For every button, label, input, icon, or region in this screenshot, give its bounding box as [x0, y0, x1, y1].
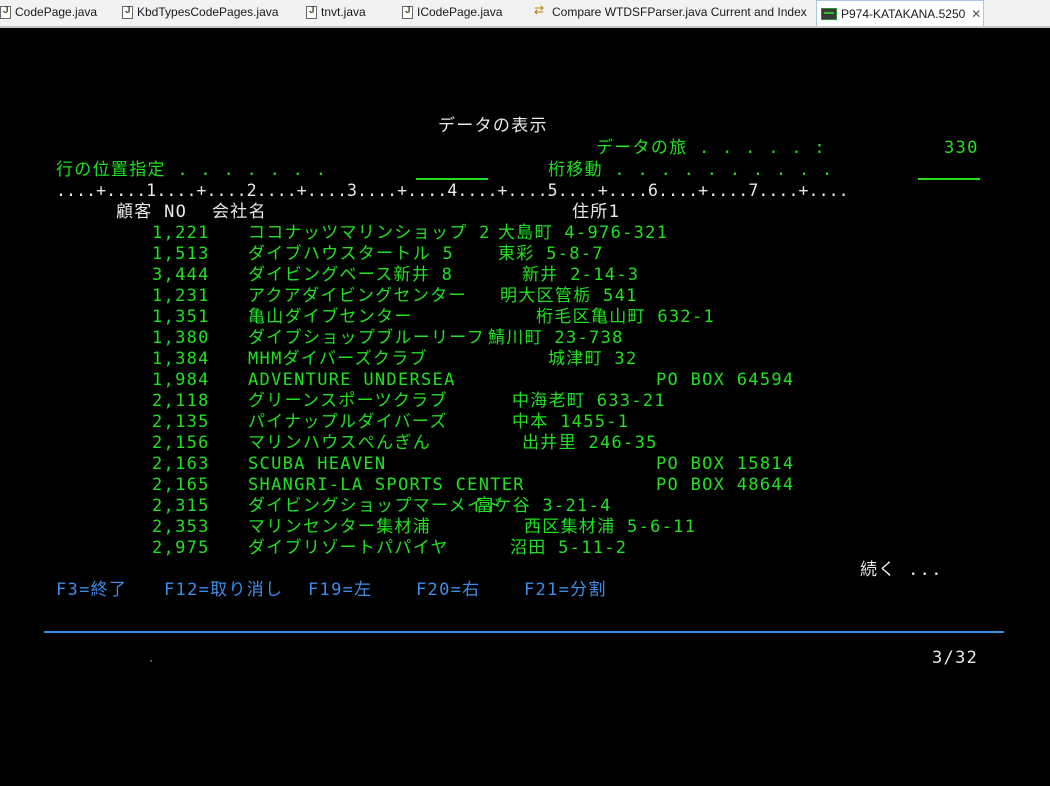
record-customer-no: 2,165: [152, 475, 210, 495]
record-customer-no: 2,156: [152, 433, 210, 453]
record-address: 城津町 32: [548, 349, 638, 369]
record-company: パイナップルダイバーズ: [248, 412, 448, 432]
fkey-f12-cancel[interactable]: F12=取り消し: [164, 580, 283, 600]
record-address: 出井里 246-35: [522, 433, 658, 453]
record-company: ダイビングベース新井 8: [248, 265, 454, 285]
record-address: 新井 2-14-3: [522, 265, 640, 285]
record-customer-no: 1,380: [152, 328, 210, 348]
record-company: ダイブショップブルーリーフ: [248, 328, 485, 348]
java-file-icon: [0, 5, 11, 19]
record-company: ココナッツマリンショップ 2: [248, 223, 491, 243]
fkey-f21-split[interactable]: F21=分割: [524, 580, 607, 600]
record-company: アクアダイビングセンター: [248, 286, 467, 306]
fkey-f3-exit[interactable]: F3=終了: [56, 580, 127, 600]
header-customer-no: 顧客 NO: [116, 202, 188, 222]
record-value: 330: [944, 138, 979, 158]
record-company: ダイブリゾートパパイヤ: [248, 538, 449, 558]
fkey-f20-right[interactable]: F20=右: [416, 580, 480, 600]
record-address: 桁毛区亀山町 632-1: [536, 307, 716, 327]
page-indicator: 3/32: [932, 648, 979, 668]
record-customer-no: 2,353: [152, 517, 210, 537]
record-company: SHANGRI-LA SPORTS CENTER: [248, 475, 525, 495]
record-address: 西区集材浦 5-6-11: [524, 517, 697, 537]
tab-p974-katakana[interactable]: P974-KATAKANA.5250 ✕: [816, 0, 984, 26]
record-address: 沼田 5-11-2: [510, 538, 628, 558]
tab-icodepage-java[interactable]: ICodePage.java: [402, 0, 502, 24]
record-address: PO BOX 15814: [656, 454, 795, 474]
tab-label: KbdTypesCodePages.java: [137, 5, 279, 19]
width-label: 桁移動 . . . . . . . . . .: [548, 160, 834, 180]
record-address: 明大区管栃 541: [500, 286, 638, 306]
record-address: 東彩 5-8-7: [498, 244, 604, 264]
record-company: SCUBA HEAVEN: [248, 454, 387, 474]
tab-compare-wtdsfparser[interactable]: Compare WTDSFParser.java Current and Ind…: [534, 0, 807, 24]
record-customer-no: 1,513: [152, 244, 210, 264]
java-file-icon: [122, 5, 133, 19]
header-company: 会社名: [212, 202, 267, 222]
record-customer-no: 1,384: [152, 349, 210, 369]
record-company: ダイビングショップマーメイド: [248, 496, 504, 516]
record-address: 中本 1455-1: [512, 412, 630, 432]
tab-label: Compare WTDSFParser.java Current and Ind…: [552, 5, 807, 19]
cursor-marker: [150, 660, 152, 662]
header-address: 住所1: [572, 202, 621, 222]
record-address: 中海老町 633-21: [512, 391, 666, 411]
terminal-5250-screen[interactable]: データの表示 データの旅 . . . . . : 330 行の位置指定 . . …: [0, 28, 1050, 786]
record-address: 大島町 4-976-321: [498, 223, 669, 243]
java-file-icon: [402, 5, 413, 19]
close-tab-icon[interactable]: ✕: [971, 7, 981, 21]
record-company: 亀山ダイブセンター: [248, 307, 413, 327]
tab-label: ICodePage.java: [417, 5, 503, 19]
more-indicator: 続く ...: [860, 560, 943, 580]
record-customer-no: 3,444: [152, 265, 210, 285]
record-label: データの旅 . . . . . :: [596, 138, 826, 158]
record-company: ダイブハウスタートル 5: [248, 244, 455, 264]
tab-label: P974-KATAKANA.5250: [841, 6, 966, 21]
java-file-icon: [306, 5, 317, 19]
compare-icon: [534, 3, 548, 19]
width-input-field[interactable]: [918, 178, 980, 180]
record-customer-no: 2,975: [152, 538, 210, 558]
tab-kbdtypescodepages-java[interactable]: KbdTypesCodePages.java: [122, 0, 278, 24]
record-customer-no: 2,135: [152, 412, 210, 432]
record-address: 鯖川町 23-738: [488, 328, 624, 348]
column-ruler: ....+....1....+....2....+....3....+....4…: [56, 181, 849, 200]
screen-title: データの表示: [438, 116, 548, 136]
tab-label: tnvt.java: [321, 5, 366, 19]
record-address: 富ケ谷 3-21-4: [476, 496, 612, 516]
record-company: マリンハウスぺんぎん: [248, 433, 431, 453]
position-label: 行の位置指定 . . . . . . .: [56, 160, 328, 180]
record-customer-no: 2,118: [152, 391, 210, 411]
position-input-field[interactable]: [416, 178, 488, 180]
tab-tnvt-java[interactable]: tnvt.java: [306, 0, 366, 24]
record-customer-no: 2,315: [152, 496, 210, 516]
record-company: グリーンスポーツクラブ: [248, 391, 448, 411]
record-company: ADVENTURE UNDERSEA: [248, 370, 456, 390]
record-address: PO BOX 64594: [656, 370, 795, 390]
record-customer-no: 1,221: [152, 223, 210, 243]
tab-label: CodePage.java: [15, 5, 98, 19]
record-company: マリンセンター集材浦: [248, 517, 431, 537]
tab-codepage-java[interactable]: CodePage.java: [0, 0, 97, 24]
status-divider: [44, 631, 1004, 633]
record-address: PO BOX 48644: [656, 475, 795, 495]
fkey-f19-left[interactable]: F19=左: [308, 580, 372, 600]
record-customer-no: 1,231: [152, 286, 210, 306]
record-customer-no: 1,351: [152, 307, 210, 327]
editor-tab-bar: CodePage.java KbdTypesCodePages.java tnv…: [0, 0, 1050, 28]
terminal-icon: [821, 7, 837, 20]
record-company: MHMダイバーズクラブ: [248, 349, 428, 369]
record-customer-no: 2,163: [152, 454, 210, 474]
record-customer-no: 1,984: [152, 370, 210, 390]
